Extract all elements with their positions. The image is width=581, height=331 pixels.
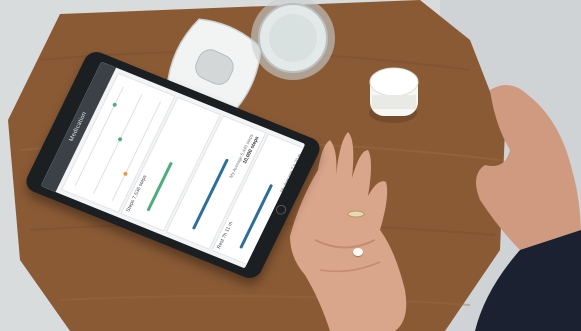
panel-goal-bar	[191, 158, 229, 230]
pill	[353, 248, 363, 256]
panel-steps-bar	[146, 161, 173, 212]
pill-bottle	[369, 67, 419, 123]
